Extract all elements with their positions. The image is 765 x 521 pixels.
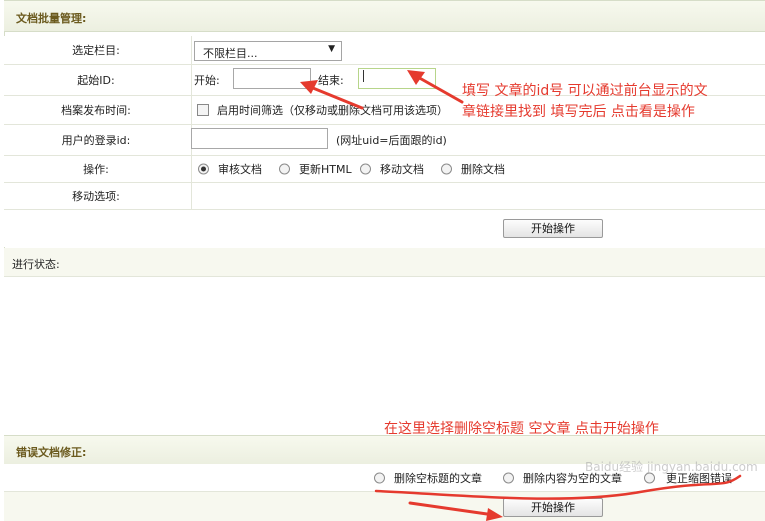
radio-update-html-label: 更新HTML [299, 163, 352, 176]
section-header-batch: 文档批量管理: [4, 0, 765, 32]
column-divider [191, 36, 192, 64]
row-batch-submit: 开始操作 [4, 210, 765, 247]
column-divider [191, 156, 192, 182]
radio-move-label: 移动文档 [380, 163, 424, 176]
end-id-input[interactable] [358, 68, 436, 89]
row-category: 选定栏目: 不限栏目... ▼ [4, 36, 765, 65]
user-id-label: 用户的登录id: [61, 134, 131, 147]
column-divider [191, 96, 192, 124]
fix-start-operation-button[interactable]: 开始操作 [503, 498, 603, 517]
annotation-line-2: 章链接里找到 填写完后 点击看是操作 [462, 104, 695, 120]
row-errors-submit: 开始操作 [4, 492, 765, 521]
user-id-input[interactable] [191, 128, 328, 149]
annotation-line-1: 填写 文章的id号 可以通过前台显示的文 [462, 83, 708, 99]
dropdown-arrow-icon: ▼ [328, 44, 335, 54]
radio-move[interactable] [360, 163, 371, 175]
radio-delete-empty-title-label: 删除空标题的文章 [394, 471, 482, 485]
user-id-hint: (网址uid=后面跟的id) [336, 134, 447, 147]
column-divider [191, 183, 192, 209]
radio-audit-label: 审核文档 [218, 163, 262, 176]
watermark: Baidu经验 jingyan.baidu.com [585, 460, 758, 474]
start-id-label: 起始ID: [77, 74, 115, 87]
radio-delete-label: 删除文档 [461, 163, 505, 176]
publish-time-label: 档案发布时间: [61, 104, 131, 117]
radio-delete[interactable] [441, 163, 452, 175]
category-select-value: 不限栏目... [203, 47, 258, 60]
column-divider [191, 65, 192, 95]
row-move-options: 移动选项: [4, 183, 765, 210]
radio-update-html[interactable] [279, 163, 290, 175]
radio-delete-empty-title[interactable] [374, 472, 385, 483]
start-id-input[interactable] [233, 68, 311, 89]
operation-label: 操作: [83, 163, 109, 176]
category-label: 选定栏目: [72, 44, 120, 57]
row-user-id: 用户的登录id: (网址uid=后面跟的id) [4, 125, 765, 156]
start-operation-button[interactable]: 开始操作 [503, 219, 603, 238]
radio-delete-empty-content[interactable] [503, 472, 514, 483]
time-filter-checkbox[interactable] [197, 104, 209, 116]
section-title-batch: 文档批量管理: [16, 12, 87, 25]
section-title-errors: 错误文档修正: [16, 446, 87, 459]
move-options-label: 移动选项: [72, 190, 120, 203]
status-area [4, 277, 765, 435]
start-label: 开始: [194, 74, 220, 87]
status-label: 进行状态: [12, 258, 60, 271]
status-header: 进行状态: [4, 248, 765, 277]
radio-audit[interactable] [198, 163, 209, 175]
row-operation: 操作: 审核文档 更新HTML 移动文档 删除文档 [4, 156, 765, 183]
end-label: 结束: [318, 74, 344, 87]
text-cursor [363, 70, 364, 82]
category-select[interactable]: 不限栏目... ▼ [194, 41, 342, 61]
time-filter-label: 启用时间筛选（仅移动或删除文档可用该选项） [217, 104, 448, 117]
annotation-line-3: 在这里选择删除空标题 空文章 点击开始操作 [384, 421, 659, 437]
